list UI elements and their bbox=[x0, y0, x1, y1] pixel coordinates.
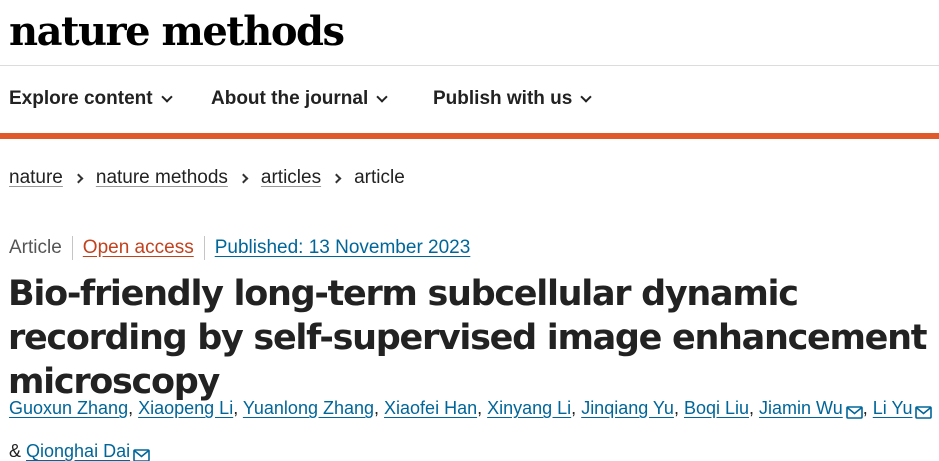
article-type: Article bbox=[9, 237, 62, 258]
breadcrumb: nature nature methods articles article bbox=[9, 167, 405, 189]
chevron-right-icon bbox=[73, 173, 84, 183]
published-date-link[interactable]: Published: 13 November 2023 bbox=[215, 237, 471, 259]
author-link[interactable]: Xiaofei Han bbox=[384, 398, 477, 418]
envelope-icon[interactable] bbox=[845, 394, 863, 432]
author-separator: , bbox=[233, 398, 243, 418]
author-link[interactable]: Yuanlong Zhang bbox=[243, 398, 374, 418]
author-separator: , bbox=[571, 398, 582, 418]
meta-divider bbox=[203, 236, 205, 260]
article-title: Bio-friendly long-term subcellular dynam… bbox=[8, 274, 927, 402]
meta-divider bbox=[71, 236, 73, 260]
envelope-icon[interactable] bbox=[133, 437, 150, 461]
author-link[interactable]: Xinyang Li bbox=[487, 398, 571, 418]
chevron-down-icon bbox=[580, 90, 593, 103]
nav-item-label: About the journal bbox=[211, 88, 369, 109]
breadcrumb-link-nature-methods[interactable]: nature methods bbox=[96, 167, 228, 189]
author-separator: , bbox=[128, 398, 139, 418]
breadcrumb-link-articles[interactable]: articles bbox=[261, 167, 321, 189]
author-separator: , bbox=[477, 398, 488, 418]
envelope-icon[interactable] bbox=[915, 394, 933, 432]
chevron-right-icon bbox=[238, 173, 249, 183]
author-separator: , bbox=[374, 398, 385, 418]
nav-item-label: Explore content bbox=[9, 88, 153, 109]
author-link[interactable]: Guoxun Zhang bbox=[9, 398, 128, 418]
header-accent-bar bbox=[0, 133, 939, 139]
nav-about-journal[interactable]: About the journal bbox=[211, 88, 388, 110]
open-access-link[interactable]: Open access bbox=[83, 237, 194, 259]
nav-explore-content[interactable]: Explore content bbox=[9, 88, 173, 110]
author-link[interactable]: Qionghai Dai bbox=[26, 441, 130, 461]
journal-logo[interactable]: nature methods bbox=[9, 6, 345, 58]
author-link[interactable]: Li Yu bbox=[873, 398, 913, 418]
chevron-right-icon bbox=[331, 173, 342, 183]
breadcrumb-current: article bbox=[354, 167, 405, 188]
main-navigation: Explore content About the journal Publis… bbox=[0, 66, 939, 133]
site-header: nature methods bbox=[0, 0, 939, 66]
nav-item-label: Publish with us bbox=[433, 88, 573, 109]
chevron-down-icon bbox=[376, 90, 388, 103]
author-separator: & bbox=[9, 441, 27, 461]
author-link[interactable]: Boqi Liu bbox=[684, 398, 749, 418]
article-meta: Article Open access Published: 13 Novemb… bbox=[9, 236, 470, 260]
breadcrumb-link-nature[interactable]: nature bbox=[9, 167, 63, 189]
author-separator: , bbox=[673, 398, 684, 418]
author-list: Guoxun Zhang, Xiaopeng Li, Yuanlong Zhan… bbox=[9, 389, 937, 461]
author-separator: , bbox=[749, 398, 760, 418]
author-link[interactable]: Jinqiang Yu bbox=[581, 398, 674, 418]
author-link[interactable]: Jiamin Wu bbox=[759, 398, 843, 418]
author-separator: , bbox=[862, 398, 873, 418]
author-link[interactable]: Xiaopeng Li bbox=[138, 398, 233, 418]
nav-publish-with-us[interactable]: Publish with us bbox=[433, 88, 593, 110]
chevron-down-icon bbox=[160, 90, 173, 103]
